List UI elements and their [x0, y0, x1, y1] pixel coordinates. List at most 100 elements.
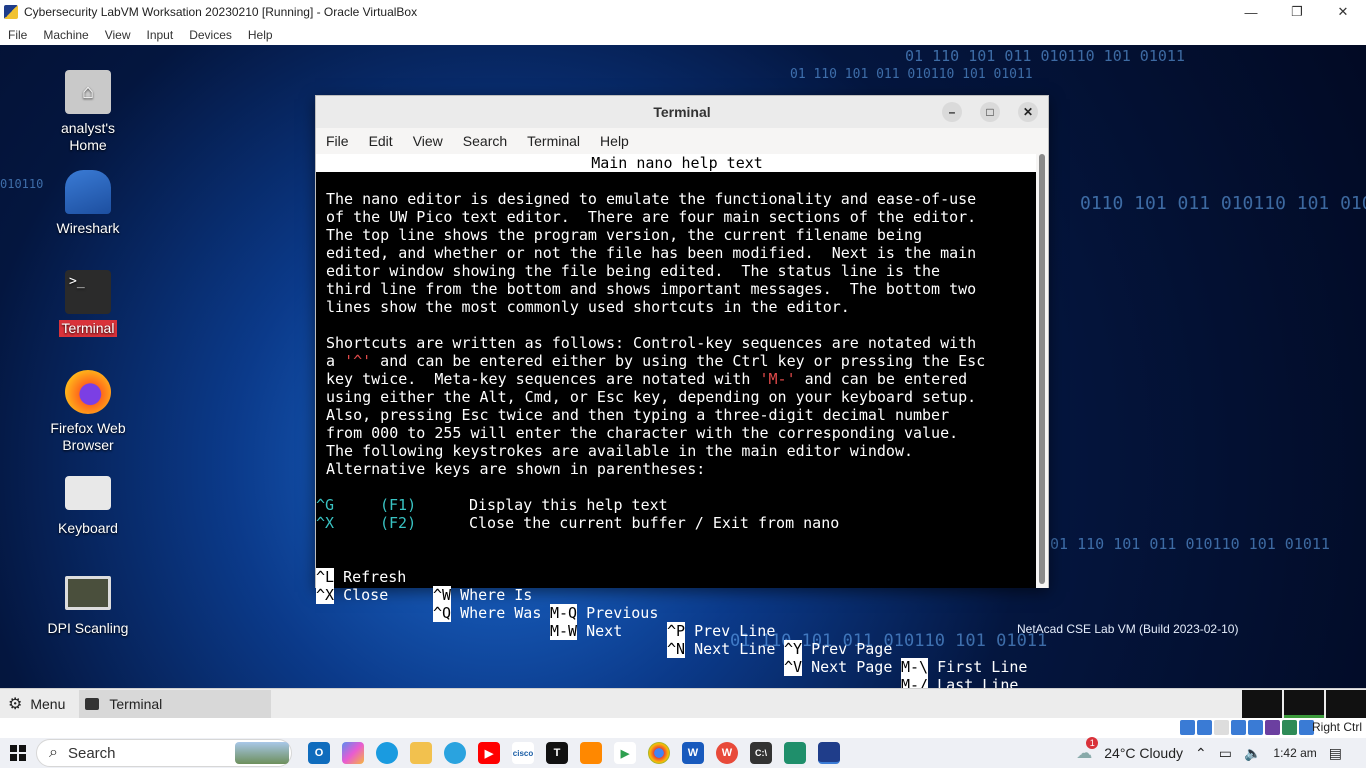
chevron-up-icon[interactable]: ⌃: [1195, 745, 1207, 762]
guest-menu-button[interactable]: ⚙ Menu: [0, 689, 73, 719]
terminal-icon: >_: [65, 270, 111, 314]
terminal-menu-search[interactable]: Search: [453, 133, 517, 149]
desktop-icon-label: Keyboard: [58, 520, 118, 536]
desktop-icon-keyboard[interactable]: Keyboard: [38, 470, 138, 537]
usb-icon[interactable]: [1248, 720, 1263, 735]
storage-icon[interactable]: [1180, 720, 1195, 735]
desktop-icon-dpi-scaling[interactable]: DPI Scanling: [38, 570, 138, 637]
keystroke-desc: Close the current buffer / Exit from nan…: [469, 514, 840, 532]
close-button[interactable]: ✕: [1320, 0, 1366, 24]
vbox-menubar: File Machine View Input Devices Help: [0, 24, 1366, 45]
terminal-titlebar[interactable]: Terminal – □ ✕: [316, 96, 1048, 128]
virtualbox-icon: [4, 5, 18, 19]
terminal-menu-file[interactable]: File: [316, 133, 359, 149]
recording-icon[interactable]: [1282, 720, 1297, 735]
scrollbar-thumb[interactable]: [1039, 154, 1045, 584]
minimize-button[interactable]: —: [1228, 0, 1274, 24]
keyboard-icon: [65, 476, 111, 510]
notification-center-icon[interactable]: ▤: [1329, 745, 1342, 762]
telegram-icon[interactable]: [444, 742, 466, 764]
vbox-menu-help[interactable]: Help: [240, 28, 281, 42]
help-text-line: third line from the bottom and shows imp…: [326, 280, 977, 298]
clock[interactable]: 1:42 am: [1273, 746, 1316, 760]
control-notation: '^': [344, 352, 372, 370]
workspace-1[interactable]: [1242, 690, 1282, 718]
vscode-icon[interactable]: [784, 742, 806, 764]
workspace-2[interactable]: [1284, 690, 1324, 718]
edge-icon[interactable]: [376, 742, 398, 764]
terminal-scrollbar[interactable]: [1036, 154, 1048, 588]
shortcut-close[interactable]: ^X Close: [316, 586, 388, 604]
vbox-menu-devices[interactable]: Devices: [181, 28, 240, 42]
guest-task-terminal[interactable]: Terminal: [79, 689, 272, 718]
vbox-menu-file[interactable]: File: [0, 28, 35, 42]
search-icon: ⌕: [49, 744, 58, 761]
terminal-screen[interactable]: Main nano help text The nano editor is d…: [316, 154, 1038, 694]
desktop-icon-home[interactable]: ⌂ analyst's Home: [38, 70, 138, 154]
system-tray: ☁ 1 24°C Cloudy ⌃ ▭ 🔈 1:42 am ▤: [1070, 737, 1366, 768]
network-icon[interactable]: [1231, 720, 1246, 735]
vbox-menu-machine[interactable]: Machine: [35, 28, 96, 42]
terminal-menu-terminal[interactable]: Terminal: [517, 133, 590, 149]
outlook-icon[interactable]: O: [308, 742, 330, 764]
keystroke-row: ^X (F2) Close the current buffer / Exit fr…: [316, 514, 839, 532]
help-text-line: edited, and whether or not the file has …: [326, 244, 977, 262]
shortcut-where-was[interactable]: ^Q Where Was: [433, 604, 541, 622]
vbox-menu-view[interactable]: View: [97, 28, 139, 42]
cmd-icon[interactable]: C:\: [750, 742, 772, 764]
help-text-line: The top line shows the program version, …: [326, 226, 923, 244]
shared-folders-icon[interactable]: [1265, 720, 1280, 735]
terminal-close-button[interactable]: ✕: [1018, 102, 1038, 122]
shortcut-next-line[interactable]: ^N Next Line: [667, 640, 775, 658]
desktop-icon-firefox[interactable]: Firefox Web Browser: [38, 370, 138, 454]
binary-decoration: 01 110 101 011 010110 101 01011: [1050, 535, 1330, 553]
keystroke-key: ^G: [316, 496, 335, 514]
shortcut-next[interactable]: M-W Next: [550, 622, 622, 640]
shortcut-previous[interactable]: M-Q Previous: [550, 604, 658, 622]
google-play-icon[interactable]: ▶: [614, 742, 636, 764]
windows-search-box[interactable]: ⌕ Search: [36, 739, 292, 767]
chrome-icon[interactable]: [648, 742, 670, 764]
network-tray-icon[interactable]: ▭: [1219, 745, 1232, 762]
keystroke-alt: (F1): [380, 496, 417, 514]
desktop-icon-terminal[interactable]: >_ Terminal: [38, 270, 138, 337]
file-explorer-icon[interactable]: [410, 742, 432, 764]
vlc-icon[interactable]: [580, 742, 602, 764]
shortcut-where-is[interactable]: ^W Where Is: [433, 586, 532, 604]
terminal-minimize-button[interactable]: –: [942, 102, 962, 122]
terminal-maximize-button[interactable]: □: [980, 102, 1000, 122]
youtube-icon[interactable]: ▶: [478, 742, 500, 764]
guest-menu-label: Menu: [30, 695, 66, 712]
vbox-menu-input[interactable]: Input: [139, 28, 182, 42]
volume-icon[interactable]: 🔈: [1244, 745, 1261, 762]
cisco-icon[interactable]: cisco: [512, 742, 534, 764]
firefox-icon: [65, 370, 111, 414]
copilot-icon[interactable]: [342, 742, 364, 764]
desktop-icon-label: DPI Scanling: [47, 620, 129, 636]
windows-start-button[interactable]: [0, 738, 36, 768]
shortcut-prev-line[interactable]: ^P Prev Line: [667, 622, 775, 640]
taskbar-apps: O ▶ cisco T ▶ W W C:\: [302, 742, 846, 764]
shortcut-next-page[interactable]: ^V Next Page: [784, 658, 892, 676]
weather-icon[interactable]: ☁ 1: [1076, 737, 1099, 763]
screen-scaling-icon: [65, 576, 111, 610]
weather-label[interactable]: 24°C Cloudy: [1104, 745, 1183, 761]
terminal-menu-help[interactable]: Help: [590, 133, 639, 149]
home-folder-icon: ⌂: [65, 70, 111, 114]
wps-icon[interactable]: W: [716, 742, 738, 764]
audio-icon[interactable]: [1214, 720, 1229, 735]
shortcut-first-line[interactable]: M-\ First Line: [901, 658, 1027, 676]
virtualbox-taskbar-icon[interactable]: [818, 742, 840, 764]
windows-taskbar: ⌕ Search O ▶ cisco T ▶ W W C:\ ☁ 1 24°C C…: [0, 737, 1366, 768]
terminal-menu-edit[interactable]: Edit: [359, 133, 403, 149]
desktop-icon-wireshark[interactable]: Wireshark: [38, 170, 138, 237]
meta-notation: 'M-': [759, 370, 796, 388]
maximize-button[interactable]: ❐: [1274, 0, 1320, 24]
tiktok-icon[interactable]: T: [546, 742, 568, 764]
terminal-menu-view[interactable]: View: [403, 133, 453, 149]
vbox-status-bar: Right Ctrl: [0, 718, 1366, 738]
word-icon[interactable]: W: [682, 742, 704, 764]
workspace-3[interactable]: [1326, 690, 1366, 718]
optical-drive-icon[interactable]: [1197, 720, 1212, 735]
shortcut-prev-page[interactable]: ^Y Prev Page: [784, 640, 892, 658]
